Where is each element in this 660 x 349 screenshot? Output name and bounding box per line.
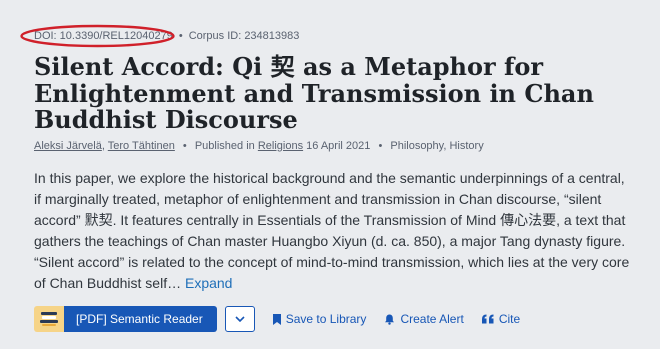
venue-link[interactable]: Religions bbox=[258, 140, 303, 152]
expand-link[interactable]: Expand bbox=[185, 275, 232, 291]
publication-date: 16 April 2021 bbox=[303, 140, 371, 152]
published-prefix: Published in bbox=[194, 140, 258, 152]
semantic-reader-button[interactable]: [PDF] Semantic Reader bbox=[64, 306, 217, 332]
book-stack-icon[interactable] bbox=[34, 306, 64, 332]
quote-icon bbox=[481, 314, 494, 324]
paper-meta: DOI: 10.3390/REL12040279 • Corpus ID: 23… bbox=[20, 24, 300, 48]
corpus-id: Corpus ID: 234813983 bbox=[188, 30, 300, 42]
save-label: Save to Library bbox=[285, 312, 367, 326]
bookmark-icon bbox=[272, 313, 281, 325]
author-link[interactable]: Tero Tähtinen bbox=[108, 140, 175, 152]
paper-title: Silent Accord: Qi 契 as a Metaphor for En… bbox=[34, 52, 594, 134]
fields-of-study: Philosophy, History bbox=[390, 140, 484, 152]
action-bar: [PDF] Semantic Reader Save to Library Cr… bbox=[34, 306, 520, 332]
chevron-down-icon bbox=[235, 316, 245, 322]
save-to-library-button[interactable]: Save to Library bbox=[272, 312, 367, 326]
paper-byline: Aleksi Järvelä, Tero Tähtinen • Publishe… bbox=[34, 140, 484, 152]
doi-container: DOI: 10.3390/REL12040279 bbox=[20, 24, 175, 48]
doi-link[interactable]: DOI: 10.3390/REL12040279 bbox=[34, 30, 173, 42]
create-alert-button[interactable]: Create Alert bbox=[384, 312, 464, 326]
abstract-text: In this paper, we explore the historical… bbox=[34, 170, 630, 291]
author-link[interactable]: Aleksi Järvelä bbox=[34, 140, 102, 152]
cite-button[interactable]: Cite bbox=[481, 312, 521, 326]
meta-separator: • bbox=[178, 30, 183, 42]
byline-separator: • bbox=[182, 140, 187, 152]
abstract: In this paper, we explore the historical… bbox=[34, 168, 634, 294]
reader-dropdown-button[interactable] bbox=[224, 306, 255, 332]
alert-label: Create Alert bbox=[400, 312, 464, 326]
byline-separator: • bbox=[378, 140, 383, 152]
bell-icon bbox=[385, 314, 395, 325]
cite-label: Cite bbox=[498, 312, 521, 326]
